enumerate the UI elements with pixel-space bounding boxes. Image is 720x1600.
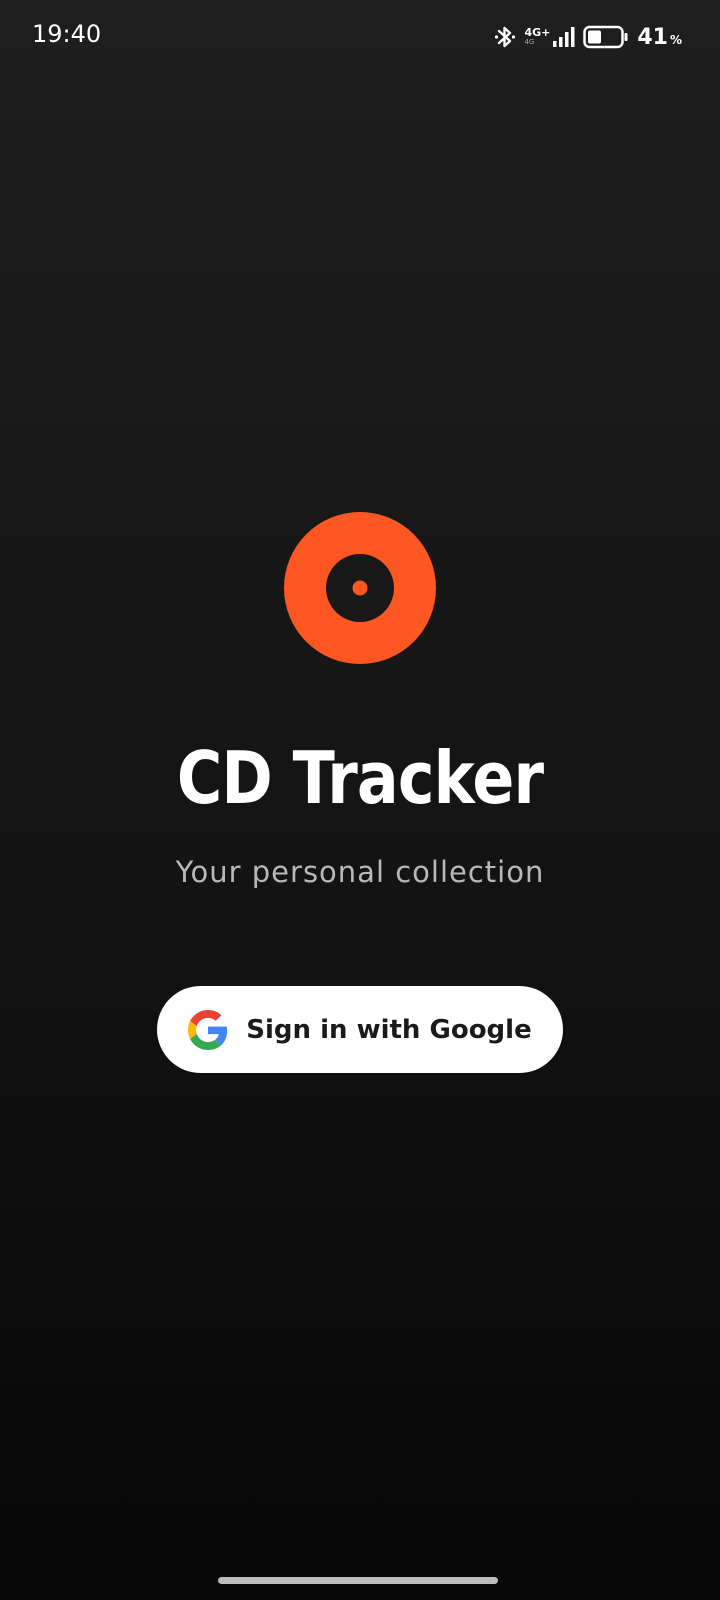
app-subtitle: Your personal collection xyxy=(175,855,545,889)
google-g-icon xyxy=(188,1009,228,1050)
google-sign-in-button[interactable]: Sign in with Google xyxy=(157,986,563,1073)
status-time: 19:40 xyxy=(32,20,102,48)
network-sub-label: 4G xyxy=(524,38,535,46)
disc-icon xyxy=(284,512,436,664)
network-type-label: 4G+ xyxy=(524,26,551,39)
bluetooth-icon xyxy=(494,24,516,50)
google-button-label: Sign in with Google xyxy=(246,1014,532,1045)
status-bar: 19:40 4G+ 4G 41 % xyxy=(0,0,720,72)
app-title: CD Tracker xyxy=(176,736,544,820)
signal-indicator: 4G+ 4G xyxy=(524,27,575,47)
status-icons: 4G+ 4G 41% xyxy=(494,20,682,54)
home-indicator[interactable] xyxy=(218,1577,498,1584)
signal-icon xyxy=(553,27,575,47)
battery-percent: 41% xyxy=(637,24,682,50)
battery-icon xyxy=(583,25,629,49)
